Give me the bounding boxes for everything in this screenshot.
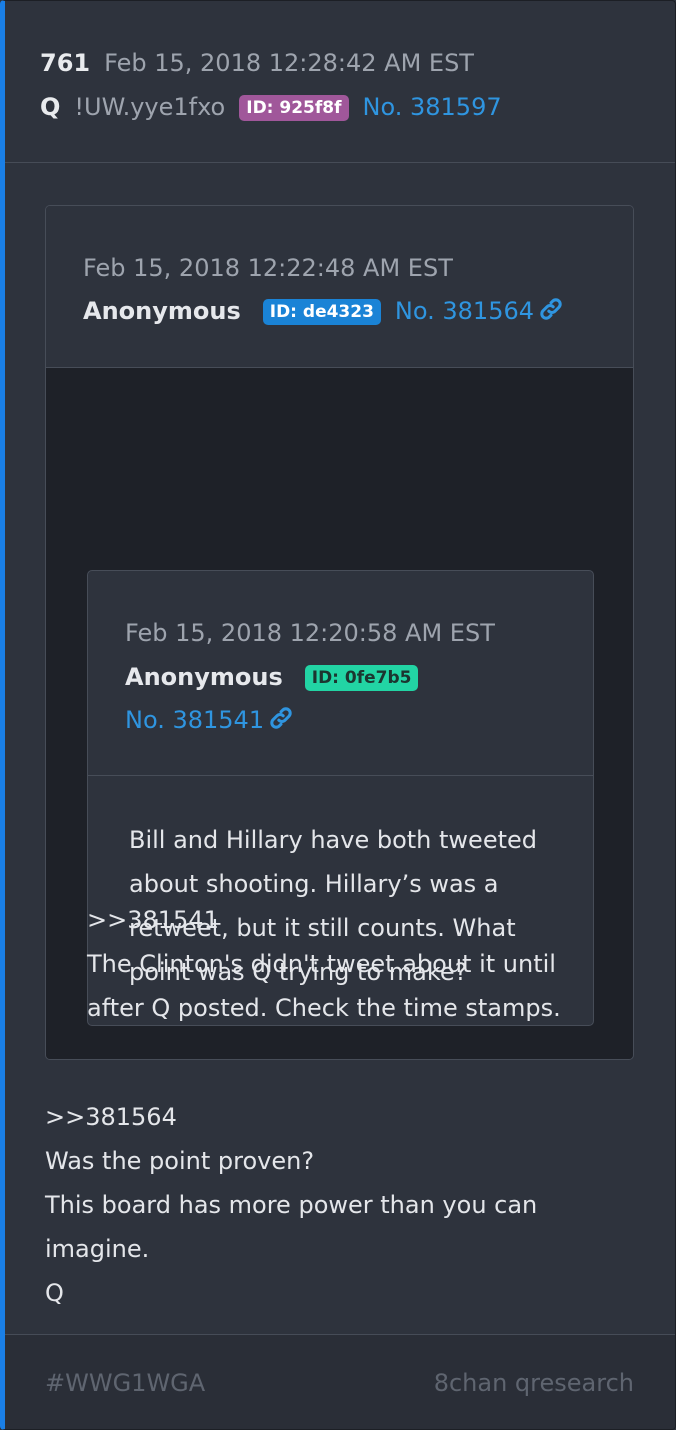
post-body-line: imagine. <box>45 1235 150 1263</box>
quoted-outer-post-link[interactable]: No. 381564 <box>395 297 564 325</box>
quoted-outer-id-badge: ID: de4323 <box>262 299 381 325</box>
post-body-line: Was the point proven? <box>45 1147 315 1175</box>
link-icon[interactable] <box>268 705 294 738</box>
quoted-inner-id-badge: ID: 0fe7b5 <box>304 665 419 691</box>
quoted-post-inner-header: Feb 15, 2018 12:20:58 AM EST Anonymous ID… <box>88 571 593 776</box>
quoted-inner-timestamp: Feb 15, 2018 12:20:58 AM EST <box>125 619 495 647</box>
quoted-outer-timestamp: Feb 15, 2018 12:22:48 AM EST <box>83 254 453 282</box>
q-post-card: 761 Feb 15, 2018 12:28:42 AM EST Q !UW.yye… <box>0 0 676 1430</box>
quoted-outer-author: Anonymous <box>83 297 241 325</box>
quoted-outer-line: The Clinton's didn't tweet about it unti… <box>87 950 556 978</box>
quoted-outer-author-row: Anonymous ID: de4323 No. 381564 <box>83 296 564 329</box>
post-timestamp: Feb 15, 2018 12:28:42 AM EST <box>104 49 474 77</box>
post-reply-ref[interactable]: >>381564 <box>45 1095 645 1139</box>
quoted-inner-post-link-label[interactable]: No. 381541 <box>125 706 264 734</box>
quoted-post-outer: Feb 15, 2018 12:22:48 AM EST Anonymous ID… <box>45 205 634 1060</box>
post-tripcode: !UW.yye1fxo <box>74 93 226 121</box>
post-author-row: Q !UW.yye1fxo ID: 925f8f No. 381597 <box>40 92 502 122</box>
quoted-inner-author: Anonymous <box>125 663 283 691</box>
quoted-post-outer-header: Feb 15, 2018 12:22:48 AM EST Anonymous ID… <box>46 206 633 368</box>
quoted-outer-line: after Q posted. Check the time stamps. <box>87 994 561 1022</box>
post-number-link[interactable]: No. 381597 <box>363 93 502 121</box>
footer-source: 8chan qresearch <box>433 1369 634 1397</box>
post-author: Q <box>40 93 61 121</box>
quoted-post-outer-body: Feb 15, 2018 12:20:58 AM EST Anonymous ID… <box>46 368 633 1059</box>
post-id-badge: ID: 925f8f <box>239 95 349 121</box>
quoted-outer-post-link-label[interactable]: No. 381564 <box>395 297 534 325</box>
post-meta-row: 761 Feb 15, 2018 12:28:42 AM EST <box>40 48 474 78</box>
quoted-inner-line: Bill and Hillary have both tweeted <box>129 826 537 854</box>
footer-hashtag: #WWG1WGA <box>45 1369 206 1397</box>
quoted-outer-reply-ref[interactable]: >>381541 <box>87 898 607 942</box>
post-body-line: Q <box>45 1279 64 1307</box>
quoted-inner-post-link[interactable]: No. 381541 <box>125 705 294 738</box>
link-icon[interactable] <box>538 296 564 329</box>
post-header: 761 Feb 15, 2018 12:28:42 AM EST Q !UW.yye… <box>5 1 675 163</box>
post-number: 761 <box>40 49 91 77</box>
post-body: >>381564 Was the point proven? This boar… <box>45 1095 645 1315</box>
post-body-line: This board has more power than you can <box>45 1191 538 1219</box>
quoted-inner-author-row: Anonymous ID: 0fe7b5 <box>125 662 432 692</box>
quoted-outer-text: >>381541 The Clinton's didn't tweet abou… <box>87 898 607 1030</box>
post-footer: #WWG1WGA 8chan qresearch <box>5 1334 675 1429</box>
